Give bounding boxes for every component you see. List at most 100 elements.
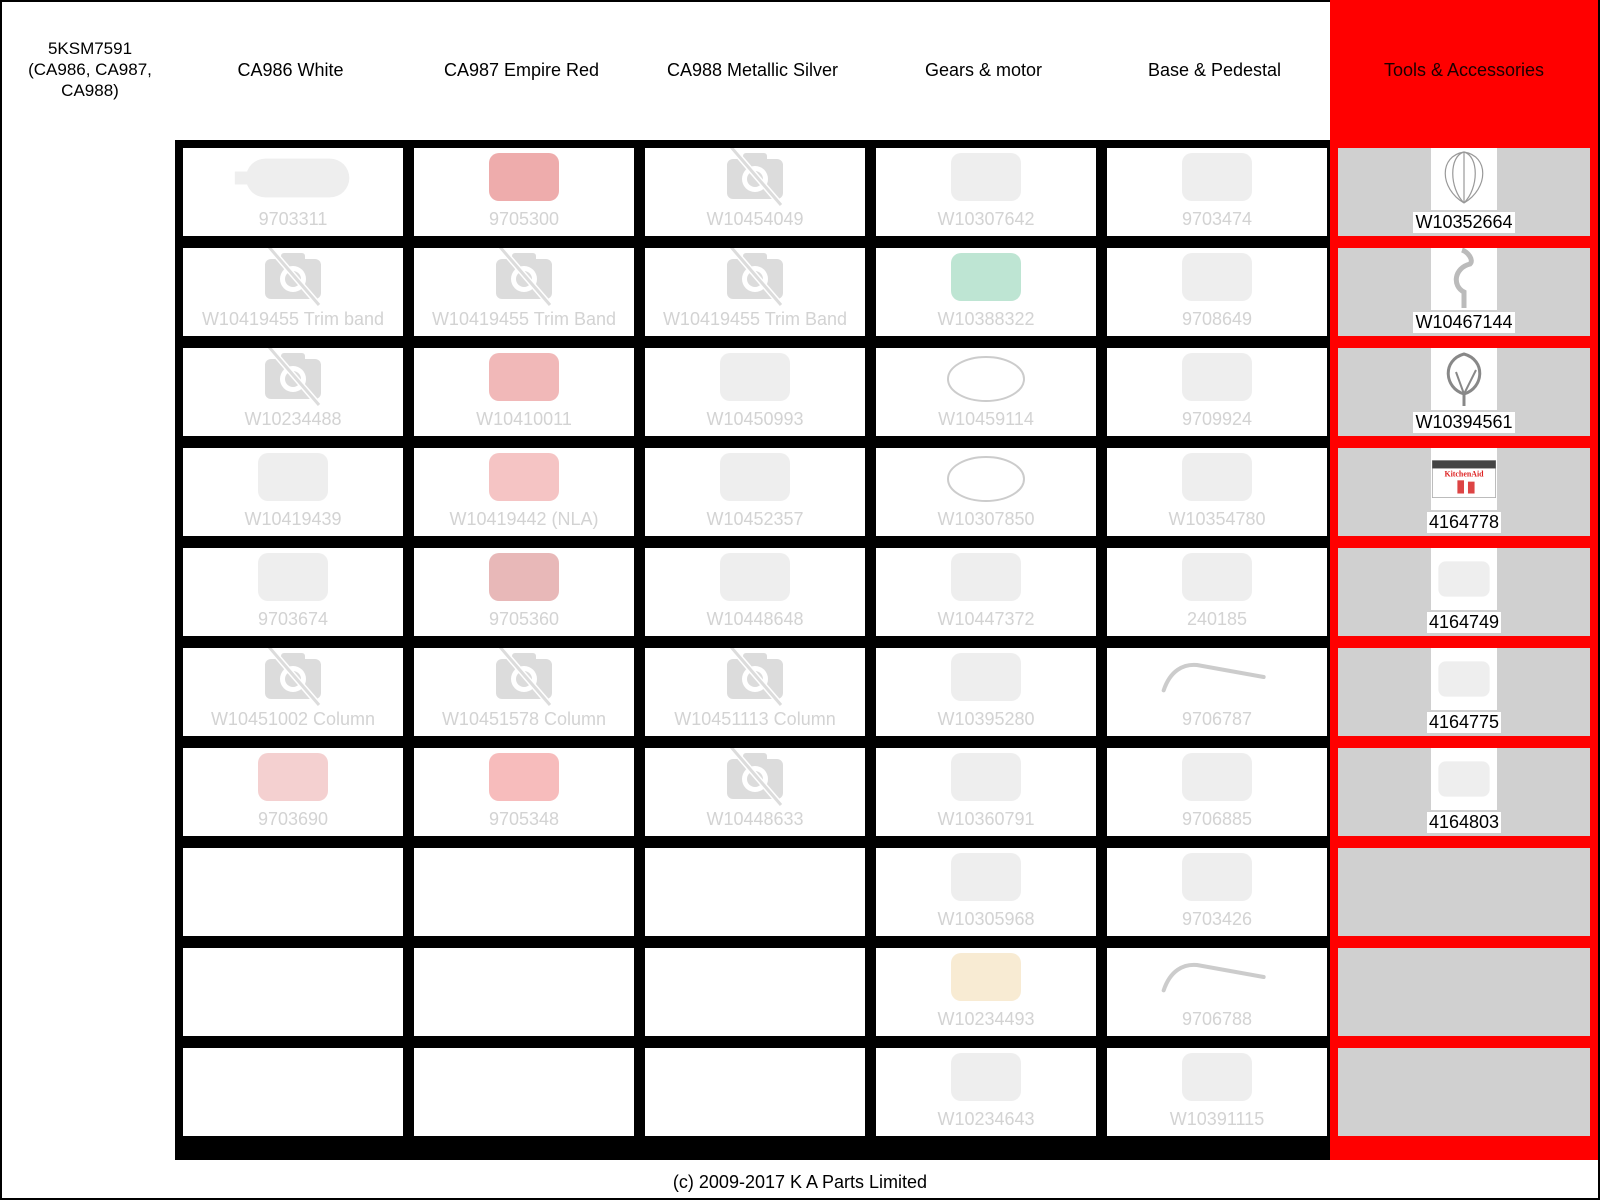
part-number-link[interactable]: W10451578 Column [442, 709, 606, 730]
part-number-link[interactable]: W10234488 [244, 409, 341, 430]
part-cell[interactable]: W10307642 [876, 148, 1096, 236]
part-number-link[interactable]: W10459114 [938, 409, 1034, 430]
wire-icon[interactable] [926, 348, 1046, 407]
part-cell[interactable]: W10354780 [1107, 448, 1327, 536]
circuit-board-icon[interactable] [926, 248, 1046, 307]
gear-icon[interactable] [926, 948, 1046, 1007]
part-number-link[interactable]: 4164749 [1426, 612, 1502, 633]
part-cell[interactable]: W10360791 [876, 748, 1096, 836]
no-image-camera-icon[interactable] [233, 248, 353, 307]
part-cell[interactable]: 9703474 [1107, 148, 1327, 236]
part-number-link[interactable]: W10419455 Trim Band [663, 309, 847, 330]
part-number-link[interactable]: W10354780 [1168, 509, 1265, 530]
bowl-clamp-silver-icon[interactable] [695, 448, 815, 507]
part-cell[interactable]: 9703690 [183, 748, 403, 836]
part-number-link[interactable]: 9703674 [258, 609, 328, 630]
part-number-link[interactable]: 9703426 [1182, 909, 1252, 930]
switch-wire-icon[interactable] [926, 548, 1046, 607]
part-cell[interactable]: 9705360 [414, 548, 634, 636]
part-cell[interactable]: W10448633 [645, 748, 865, 836]
part-number-link[interactable]: 9703474 [1182, 209, 1252, 230]
part-number-link[interactable]: 9709924 [1182, 409, 1252, 430]
part-cell[interactable]: W10394561 [1338, 348, 1590, 436]
part-number-link[interactable]: 4164803 [1426, 812, 1502, 833]
part-number-link[interactable]: 9706885 [1182, 809, 1252, 830]
bowl-clamp-icon[interactable] [233, 448, 353, 507]
part-cell[interactable]: W10450993 [645, 348, 865, 436]
part-cell[interactable]: 9709924 [1107, 348, 1327, 436]
bracket-plate-icon[interactable] [1157, 148, 1277, 207]
parts-table-icon[interactable] [233, 748, 353, 807]
part-number-link[interactable]: 9706788 [1182, 1009, 1252, 1030]
part-cell[interactable]: 4164775 [1338, 648, 1590, 736]
no-image-camera-icon[interactable] [695, 148, 815, 207]
part-number-link[interactable]: W10419442 (NLA) [449, 509, 598, 530]
arc-bracket-icon[interactable] [233, 548, 353, 607]
part-cell[interactable]: W10305968 [876, 848, 1096, 936]
part-number-link[interactable]: 9705360 [489, 609, 559, 630]
part-cell[interactable]: 9703674 [183, 548, 403, 636]
column-header-base-pedestal[interactable]: Base & Pedestal [1099, 0, 1330, 140]
power-cord-icon[interactable] [926, 448, 1046, 507]
column-header-ca986-white[interactable]: CA986 White [175, 0, 406, 140]
sausage-stuffer-icon[interactable] [1431, 748, 1497, 810]
part-cell[interactable]: KitchenAid 4164778 [1338, 448, 1590, 536]
part-cell[interactable]: 9705300 [414, 148, 634, 236]
part-cell[interactable]: W10391115 [1107, 1048, 1327, 1136]
part-cell[interactable]: W10234488 [183, 348, 403, 436]
motor-icon[interactable] [926, 148, 1046, 207]
part-number-link[interactable]: W10395280 [937, 709, 1034, 730]
part-cell[interactable]: 9705348 [414, 748, 634, 836]
part-cell[interactable]: 9706787 [1107, 648, 1327, 736]
part-cell[interactable]: W10410011 [414, 348, 634, 436]
part-number-link[interactable]: W10448633 [706, 809, 803, 830]
part-cell[interactable]: W10467144 [1338, 248, 1590, 336]
red-cover-icon[interactable] [464, 148, 584, 207]
bowl-icon[interactable] [1157, 448, 1277, 507]
part-cell[interactable]: 9703311 [183, 148, 403, 236]
part-cell[interactable]: W10451113 Column [645, 648, 865, 736]
part-cell[interactable]: W10307850 [876, 448, 1096, 536]
no-image-camera-icon[interactable] [695, 248, 815, 307]
part-cell[interactable]: W10419455 Trim band [183, 248, 403, 336]
part-number-link[interactable]: W10419455 Trim band [202, 309, 384, 330]
part-number-link[interactable]: 9705300 [489, 209, 559, 230]
part-number-link[interactable]: W10419439 [244, 509, 341, 530]
part-number-link[interactable]: W10419455 Trim Band [432, 309, 616, 330]
red-arc-bracket-icon[interactable] [464, 548, 584, 607]
part-number-link[interactable]: W10467144 [1413, 312, 1515, 333]
flat-beater-icon[interactable] [1431, 348, 1497, 410]
no-image-camera-icon[interactable] [233, 648, 353, 707]
column-header-ca987-red[interactable]: CA987 Empire Red [406, 0, 637, 140]
fruit-strainer-icon[interactable] [1431, 648, 1497, 710]
dough-hook-icon[interactable] [1431, 248, 1497, 310]
part-cell[interactable]: W10451578 Column [414, 648, 634, 736]
part-cell[interactable]: 240185 [1107, 548, 1327, 636]
part-cell[interactable]: 4164803 [1338, 748, 1590, 836]
part-cell[interactable]: W10448648 [645, 548, 865, 636]
part-cell[interactable]: W10459114 [876, 348, 1096, 436]
part-number-link[interactable]: 4164775 [1426, 712, 1502, 733]
part-cell[interactable]: W10447372 [876, 548, 1096, 636]
t-bracket-icon[interactable] [1157, 748, 1277, 807]
whisk-icon[interactable] [1431, 148, 1497, 210]
part-cell[interactable]: W10419439 [183, 448, 403, 536]
food-grinder-icon[interactable] [1431, 548, 1497, 610]
part-number-link[interactable]: W10391115 [1170, 1109, 1264, 1130]
part-number-link[interactable]: W10305968 [937, 909, 1034, 930]
part-cell[interactable]: W10419455 Trim Band [645, 248, 865, 336]
part-number-link[interactable]: 9705348 [489, 809, 559, 830]
part-cell[interactable]: W10451002 Column [183, 648, 403, 736]
pin-icon[interactable] [1157, 548, 1277, 607]
part-number-link[interactable]: W10394561 [1413, 412, 1515, 433]
clear-part-icon[interactable] [1157, 348, 1277, 407]
part-number-link[interactable]: W10234493 [937, 1009, 1034, 1030]
part-number-link[interactable]: W10410011 [476, 409, 572, 430]
part-cell[interactable]: W10388322 [876, 248, 1096, 336]
part-cell[interactable]: W10419455 Trim Band [414, 248, 634, 336]
part-cell[interactable]: W10395280 [876, 648, 1096, 736]
column-header-ca988-silver[interactable]: CA988 Metallic Silver [637, 0, 868, 140]
part-cell[interactable]: W10234493 [876, 948, 1096, 1036]
silver-arc-bracket-icon[interactable] [695, 548, 815, 607]
part-number-link[interactable]: W10451113 Column [674, 709, 835, 730]
